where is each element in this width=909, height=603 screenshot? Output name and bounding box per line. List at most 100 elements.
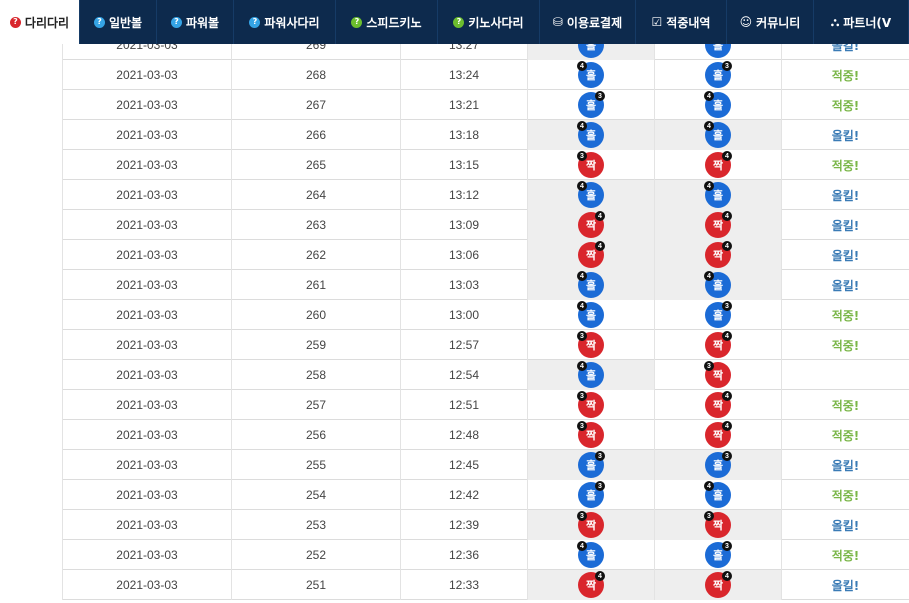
question-circle-icon: ? — [9, 16, 21, 28]
nav-tab-4[interactable]: ? 스피드키노 — [336, 0, 438, 44]
ball-label: 짝 — [585, 429, 597, 442]
ball-label: 짝 — [712, 219, 724, 232]
round-cell: 259 — [232, 330, 401, 360]
ball-label: 짝 — [712, 519, 724, 532]
status-cell: 올킬! — [831, 248, 860, 263]
time-cell: 13:12 — [401, 180, 528, 210]
ball-number-badge: 4 — [704, 121, 714, 131]
ball-label: 짝 — [712, 399, 724, 412]
time-cell: 12:48 — [401, 420, 528, 450]
ball-number-badge: 3 — [704, 361, 714, 371]
time-cell: 13:00 — [401, 300, 528, 330]
ball-number-badge: 4 — [722, 391, 732, 401]
odd-ball: 홀3 — [705, 301, 732, 328]
result-cell: 짝4 — [655, 150, 782, 180]
ball-label: 홀 — [712, 69, 724, 82]
status-cell: 적중! — [831, 338, 860, 353]
nav-tab-6[interactable]: ⛁ 이용료결제 — [540, 0, 636, 44]
pick-cell: 홀4 — [528, 300, 655, 330]
status-cell: 적중! — [831, 68, 860, 83]
table-row: 2021-03-03 251 12:33 짝 4 짝 4 올킬! — [62, 570, 909, 600]
ball-number-badge: 4 — [722, 211, 732, 221]
even-ball: 짝4 — [705, 151, 732, 178]
ball-label: 홀 — [585, 129, 597, 142]
ball-number-badge: 3 — [722, 541, 732, 551]
round-cell: 258 — [232, 360, 401, 390]
table-row: 2021-03-03 252 12:36 홀 4 홀 3 적중! — [62, 540, 909, 570]
nav-tab-label: 적중내역 — [666, 15, 711, 30]
nav-tab-5[interactable]: ? 키노사다리 — [438, 0, 540, 44]
odd-ball: 홀3 — [578, 481, 605, 508]
nav-tab-8[interactable]: ☺ 커뮤니티 — [727, 0, 814, 44]
nav-tab-label: 파워사다리 — [264, 15, 320, 30]
ball-number-badge: 3 — [577, 391, 587, 401]
time-cell: 12:51 — [401, 390, 528, 420]
date-cell: 2021-03-03 — [62, 150, 232, 180]
pick-cell: 홀4 — [528, 120, 655, 150]
odd-ball: 홀4 — [704, 481, 731, 508]
table-row: 2021-03-03 267 13:21 홀 3 홀 4 적중! — [62, 90, 909, 120]
nav-tab-label: 커뮤니티 — [756, 15, 801, 30]
ball-label: 홀 — [585, 279, 597, 292]
status-cell: 적중! — [831, 398, 860, 413]
nav-tab-2[interactable]: ? 파워볼 — [157, 0, 234, 44]
odd-ball: 홀3 — [705, 61, 732, 88]
status-cell: 올킬! — [831, 458, 860, 473]
date-cell: 2021-03-03 — [62, 240, 232, 270]
ball-number-badge: 3 — [577, 331, 587, 341]
result-cell: 홀3 — [655, 60, 782, 90]
status-cell: 올킬! — [831, 278, 860, 293]
odd-ball: 홀4 — [577, 181, 604, 208]
ball-number-badge: 4 — [595, 241, 605, 251]
results-rows: 2021-03-0326913:27홀4홀3올킬!2021-03-0326813… — [62, 30, 909, 600]
odd-ball: 홀4 — [704, 91, 731, 118]
round-cell: 266 — [232, 120, 401, 150]
status-cell: 올킬! — [831, 218, 860, 233]
status-cell: 올킬! — [831, 188, 860, 203]
time-cell: 12:39 — [401, 510, 528, 540]
odd-ball: 홀4 — [577, 301, 604, 328]
even-ball: 짝4 — [705, 241, 732, 268]
ball-label: 홀 — [712, 129, 724, 142]
ball-number-badge: 3 — [722, 61, 732, 71]
nav-tab-7[interactable]: ☑ 적중내역 — [636, 0, 727, 44]
table-row: 2021-03-03 266 13:18 홀 4 홀 4 올킬! — [62, 120, 909, 150]
result-cell: 짝4 — [655, 240, 782, 270]
results-table: 2021-03-0326913:27홀4홀3올킬!2021-03-0326813… — [62, 30, 909, 600]
odd-ball: 홀3 — [705, 451, 732, 478]
ball-label: 홀 — [585, 369, 597, 382]
question-circle-icon: ? — [170, 16, 182, 28]
result-cell: 홀3 — [655, 450, 782, 480]
date-cell: 2021-03-03 — [62, 330, 232, 360]
round-cell: 268 — [232, 60, 401, 90]
even-ball: 짝3 — [577, 331, 604, 358]
even-ball: 짝3 — [704, 511, 731, 538]
ball-label: 홀 — [585, 459, 597, 472]
nav-tab-3[interactable]: ? 파워사다리 — [234, 0, 336, 44]
round-cell: 263 — [232, 210, 401, 240]
nav-tab-0[interactable]: ? 다리다리 — [0, 0, 80, 44]
ball-number-badge: 4 — [704, 271, 714, 281]
ball-label: 짝 — [585, 399, 597, 412]
result-cell: 홀4 — [655, 90, 782, 120]
time-cell: 13:06 — [401, 240, 528, 270]
date-cell: 2021-03-03 — [62, 570, 232, 600]
date-cell: 2021-03-03 — [62, 540, 232, 570]
even-ball: 짝4 — [705, 211, 732, 238]
ball-label: 홀 — [712, 99, 724, 112]
question-circle-icon: ? — [93, 16, 105, 28]
pick-cell: 홀4 — [528, 60, 655, 90]
time-cell: 12:57 — [401, 330, 528, 360]
nav-tab-1[interactable]: ? 일반볼 — [80, 0, 157, 44]
ball-number-badge: 4 — [595, 211, 605, 221]
nav-tab-9[interactable]: ⛬ 파트너(V — [814, 0, 909, 44]
pick-cell: 홀4 — [528, 540, 655, 570]
ball-number-badge: 3 — [595, 481, 605, 491]
time-cell: 12:45 — [401, 450, 528, 480]
table-row: 2021-03-03 255 12:45 홀 3 홀 3 올킬! — [62, 450, 909, 480]
nav-tab-label: 일반볼 — [108, 15, 143, 30]
odd-ball: 홀4 — [704, 271, 731, 298]
odd-ball: 홀4 — [577, 361, 604, 388]
date-cell: 2021-03-03 — [62, 210, 232, 240]
status-cell: 적중! — [831, 488, 860, 503]
